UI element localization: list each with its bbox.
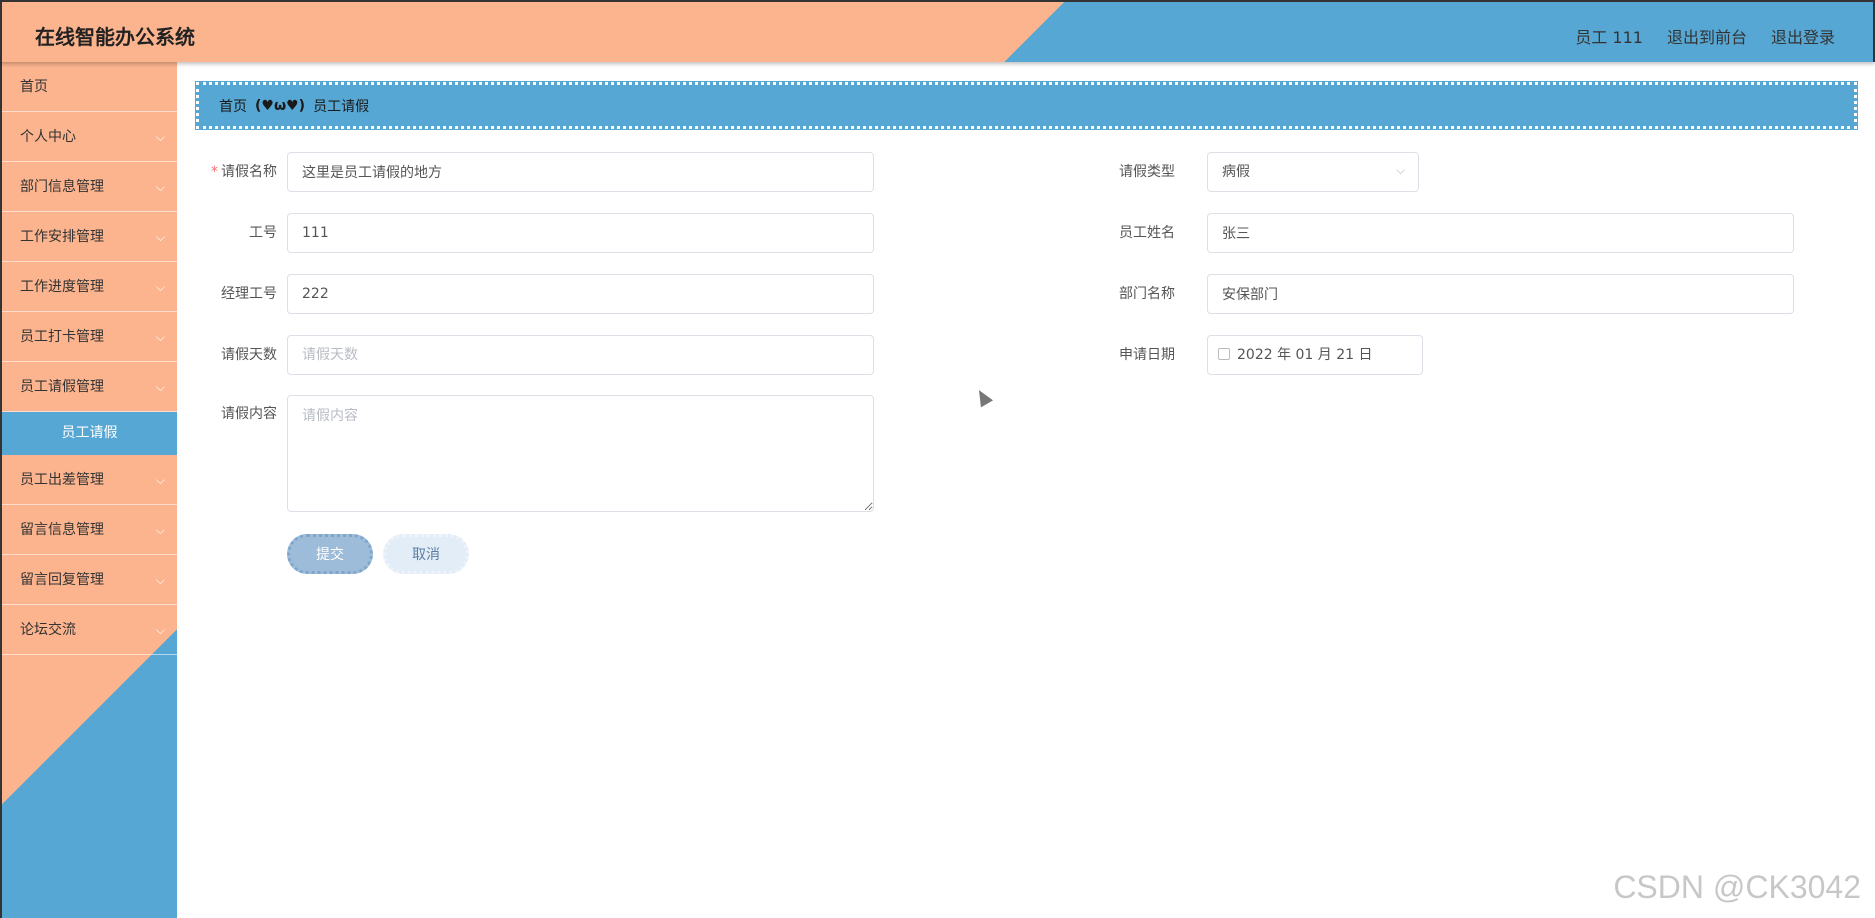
sidebar-item-leave-management[interactable]: 员工请假管理 ⌵ [2,362,177,412]
sidebar-item-label: 工作进度管理 [20,279,104,295]
sidebar-item-work-progress[interactable]: 工作进度管理 ⌵ [2,262,177,312]
leave-type-value: 病假 [1222,164,1250,180]
sidebar-item-label: 部门信息管理 [20,179,104,195]
sidebar-item-label: 工作安排管理 [20,229,104,245]
top-header: 在线智能办公系统 员工 111 退出到前台 退出登录 [0,0,1875,62]
sidebar-item-label: 员工请假管理 [20,379,104,395]
breadcrumb-separator: (♥ω♥) [255,97,306,114]
dept-name-input[interactable] [1207,274,1794,314]
emp-name-input[interactable] [1207,213,1794,253]
chevron-down-icon: ⌵ [155,623,165,637]
chevron-down-icon: ⌵ [155,330,165,344]
main-content: 首页 (♥ω♥) 员工请假 *请假名称 请假类型 病假 ⌵ 工号 员工姓名 经理… [177,62,1875,918]
sidebar: 首页 个人中心 ⌵ 部门信息管理 ⌵ 工作安排管理 ⌵ 工作进度管理 ⌵ 员工打… [0,62,177,918]
logout-link[interactable]: 退出登录 [1771,24,1835,48]
leave-name-label: * 请假名称 [177,161,277,181]
chevron-down-icon: ⌵ [155,130,165,144]
chevron-down-icon: ⌵ [1396,163,1406,177]
submit-button[interactable]: 提交 [287,534,373,574]
sidebar-item-label: 首页 [20,79,48,95]
chevron-up-icon: ⌵ [155,380,165,394]
apply-date-value: 2022 年 01 月 21 日 [1237,347,1373,363]
dept-name-label: 部门名称 [1119,286,1175,302]
watermark: CSDN @CK3042 [1613,869,1861,905]
apply-date-label: 申请日期 [1119,347,1175,363]
sidebar-item-messages[interactable]: 留言信息管理 ⌵ [2,505,177,555]
breadcrumb-current: 员工请假 [313,98,370,115]
leave-name-label-text: 请假名称 [221,164,277,180]
sidebar-item-work-schedule[interactable]: 工作安排管理 ⌵ [2,212,177,262]
current-user[interactable]: 员工 111 [1575,24,1643,48]
app-title: 在线智能办公系统 [35,25,195,49]
sidebar-item-label: 留言信息管理 [20,522,104,538]
leave-days-label: 请假天数 [221,347,277,363]
sidebar-item-label: 员工打卡管理 [20,329,104,345]
leave-type-label: 请假类型 [1119,164,1175,180]
emp-name-label: 员工姓名 [1119,225,1175,241]
chevron-down-icon: ⌵ [155,180,165,194]
leave-name-input[interactable] [287,152,874,192]
leave-type-select[interactable]: 病假 [1207,152,1419,192]
emp-no-input[interactable] [287,213,874,253]
breadcrumb-home[interactable]: 首页 [219,96,247,116]
app-root: 在线智能办公系统 员工 111 退出到前台 退出登录 首页 个人中心 ⌵ 部门信… [0,0,1875,918]
sidebar-item-message-replies[interactable]: 留言回复管理 ⌵ [2,555,177,605]
sidebar-item-attendance[interactable]: 员工打卡管理 ⌵ [2,312,177,362]
breadcrumb: 首页 (♥ω♥) 员工请假 [195,81,1858,130]
manager-no-label: 经理工号 [221,286,277,302]
calendar-icon [1218,348,1230,360]
manager-no-input[interactable] [287,274,874,314]
chevron-down-icon: ⌵ [155,230,165,244]
header-actions: 员工 111 退出到前台 退出登录 [1575,24,1835,48]
sidebar-item-department[interactable]: 部门信息管理 ⌵ [2,162,177,212]
sidebar-item-business-trip[interactable]: 员工出差管理 ⌵ [2,455,177,505]
cancel-button[interactable]: 取消 [383,534,469,574]
chevron-down-icon: ⌵ [155,473,165,487]
back-to-front-link[interactable]: 退出到前台 [1667,24,1747,48]
leave-content-textarea[interactable] [287,395,874,512]
sidebar-item-label: 论坛交流 [20,622,76,638]
sidebar-item-personal-center[interactable]: 个人中心 ⌵ [2,112,177,162]
chevron-down-icon: ⌵ [155,280,165,294]
leave-days-input[interactable] [287,335,874,375]
sidebar-item-home[interactable]: 首页 [2,62,177,112]
required-marker: * [211,164,218,180]
leave-content-label: 请假内容 [221,406,277,422]
chevron-down-icon: ⌵ [155,573,165,587]
sidebar-subitem-employee-leave[interactable]: 员工请假 [2,412,177,455]
chevron-down-icon: ⌵ [155,523,165,537]
sidebar-item-label: 个人中心 [20,129,76,145]
sidebar-item-forum[interactable]: 论坛交流 ⌵ [2,605,177,655]
emp-no-label: 工号 [249,225,277,241]
sidebar-item-label: 留言回复管理 [20,572,104,588]
sidebar-item-label: 员工出差管理 [20,472,104,488]
